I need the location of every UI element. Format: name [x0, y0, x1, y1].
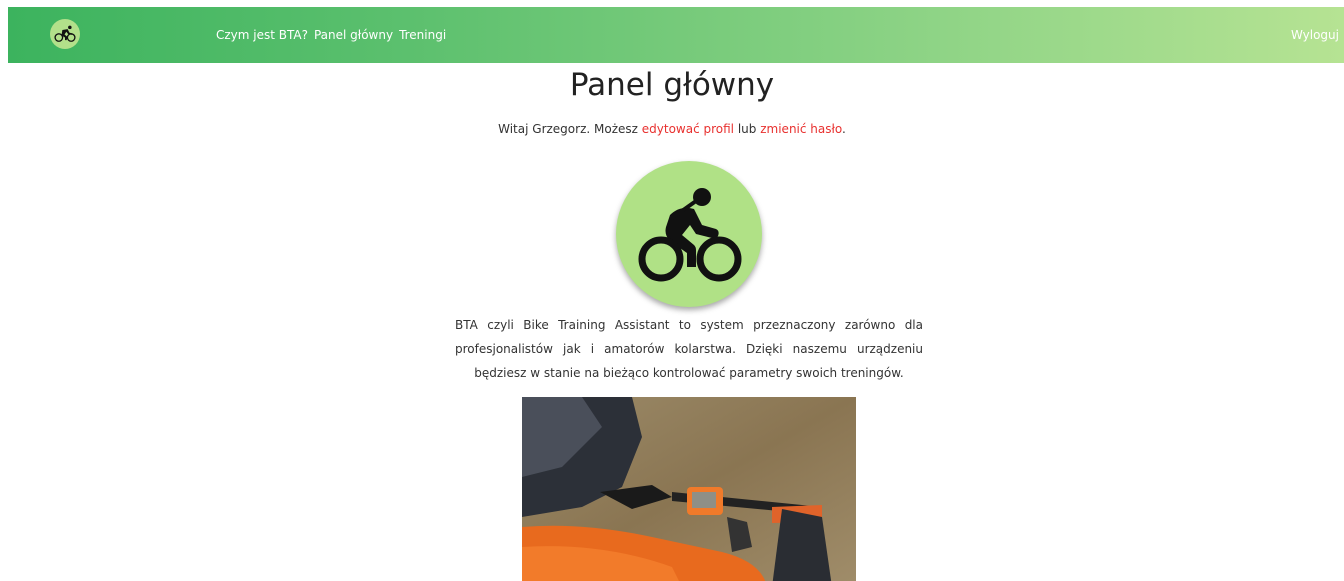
nav-links: Czym jest BTA? Panel główny Treningi [216, 7, 446, 63]
cyclist-icon [638, 188, 742, 282]
nav-link-czym-jest-bta[interactable]: Czym jest BTA? [216, 28, 308, 42]
edit-profile-link[interactable]: edytować profil [642, 122, 734, 136]
cyclist-logo-circle [616, 161, 762, 307]
page-title: Panel główny [569, 67, 775, 103]
bta-description: BTA czyli Bike Training Assistant to sys… [455, 318, 923, 380]
top-navbar: Czym jest BTA? Panel główny Treningi Wyl… [8, 7, 1344, 63]
logout-link[interactable]: Wyloguj [1291, 7, 1339, 63]
nav-link-panel-glowny[interactable]: Panel główny [314, 28, 393, 42]
nav-link-treningi[interactable]: Treningi [399, 28, 446, 42]
bike-device-photo [522, 397, 856, 581]
page: Czym jest BTA? Panel główny Treningi Wyl… [0, 0, 1344, 581]
welcome-suffix: . [842, 122, 846, 136]
welcome-prefix: Witaj Grzegorz. Możesz [498, 122, 638, 136]
welcome-middle: lub [737, 122, 757, 136]
bicycle-icon [54, 25, 76, 42]
welcome-message: Witaj Grzegorz. Możesz edytować profil l… [0, 122, 1344, 136]
change-password-link[interactable]: zmienić hasło [760, 122, 842, 136]
brand-logo-button[interactable] [50, 19, 80, 49]
